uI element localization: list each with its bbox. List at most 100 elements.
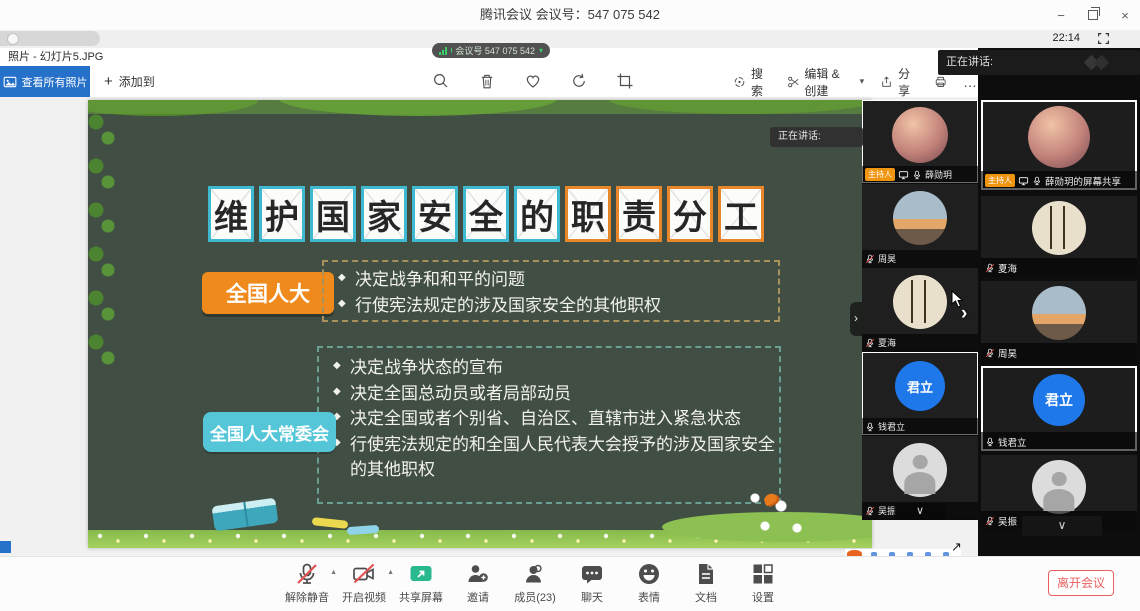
plus-icon: + — [104, 73, 113, 90]
image-icon — [3, 75, 17, 89]
docs-button[interactable]: 文档 — [679, 561, 733, 605]
floating-widget[interactable] — [0, 31, 100, 46]
zoom-icon[interactable] — [432, 72, 450, 90]
participant-name: 周昊 — [998, 346, 1017, 360]
meeting-number-pill[interactable]: 会议号 547 075 542 ▾ — [432, 43, 550, 58]
caret-up-icon[interactable]: ▲ — [330, 569, 337, 576]
participant-tile[interactable]: 主持人 薛勋玥 — [862, 100, 978, 184]
participant-name: 薛勋玥的屏幕共享 — [1045, 174, 1121, 188]
collapse-strip-button[interactable]: ∨ — [894, 503, 946, 520]
npcsc-label: 全国人大常委会 — [203, 412, 336, 452]
crop-icon[interactable] — [616, 72, 634, 90]
dropdown-icon: ▾ — [860, 76, 865, 87]
start-video-button[interactable]: ▲ 开启视频 — [337, 561, 391, 605]
bullet-item: 决定战争和和平的问题 — [336, 267, 778, 293]
caret-up-icon[interactable]: ▲ — [387, 569, 394, 576]
edit-create-button[interactable]: 编辑 & 创建 ▾ — [787, 65, 865, 99]
window-title: 腾讯会议 会议号：547 075 542 — [0, 0, 1140, 30]
avatar — [893, 191, 947, 245]
avatar — [1028, 106, 1090, 168]
chat-button[interactable]: 聊天 — [565, 561, 619, 605]
title-char-tile: 的 — [514, 186, 560, 242]
share-button[interactable]: 分享 — [880, 65, 918, 99]
participant-namebar: 主持人 薛勋玥的屏幕共享 — [981, 171, 1137, 190]
title-char-tile: 安 — [412, 186, 458, 242]
rotate-icon[interactable] — [570, 72, 588, 90]
add-to-label: 添加到 — [119, 73, 155, 90]
printer-icon[interactable] — [934, 74, 947, 90]
share-icon — [880, 74, 893, 90]
participant-tile[interactable]: 夏海 — [981, 196, 1137, 277]
collapse-strip-button[interactable]: ∨ — [1022, 516, 1102, 536]
photos-center-tools — [432, 72, 634, 90]
participant-tile[interactable]: 周昊 — [862, 184, 978, 268]
participant-namebar: 夏海 — [981, 258, 1137, 277]
person-add-icon — [466, 562, 490, 586]
participant-namebar: 周昊 — [862, 250, 978, 267]
panel-collapse-tab[interactable]: › — [850, 302, 862, 336]
share-screen-button[interactable]: 共享屏幕 — [394, 561, 448, 605]
participant-tile[interactable]: 君立 钱君立 — [862, 352, 978, 436]
bullet-item: 行使宪法规定的涉及国家安全的其他职权 — [336, 293, 778, 319]
speaking-tooltip: 正在讲话: — [770, 127, 863, 147]
meeting-number: 会议号 547 075 542 — [455, 44, 535, 57]
mic-icon — [912, 170, 922, 180]
share-label: 分享 — [898, 65, 918, 99]
avatar — [1032, 201, 1086, 255]
fullscreen-icon[interactable] — [1097, 32, 1110, 45]
resize-arrow-icon: ↗ — [951, 539, 962, 555]
npc-label: 全国人大 — [202, 272, 334, 314]
avatar: 君立 — [895, 361, 945, 411]
participant-tile[interactable]: 君立 钱君立 — [981, 366, 1137, 451]
unmute-button[interactable]: ▲ 解除静音 — [280, 561, 334, 605]
search-label: 搜索 — [751, 65, 771, 99]
invite-button[interactable]: 邀请 — [451, 561, 505, 605]
bullet-item: 决定全国总动员或者局部动员 — [331, 381, 779, 407]
participant-name: 钱君立 — [878, 420, 905, 433]
title-char-tile: 维 — [208, 186, 254, 242]
daisies-decoration — [743, 486, 813, 540]
participant-name: 夏海 — [998, 261, 1017, 275]
mouse-cursor — [951, 290, 964, 308]
slide-image: 维 护 国 家 安 全 的 职 责 分 工 全国人大 决定战争和和平的问题 行使… — [88, 100, 872, 548]
title-char-tile: 工 — [718, 186, 764, 242]
restore-icon[interactable] — [1086, 8, 1100, 23]
host-badge: 主持人 — [985, 174, 1015, 187]
search-button[interactable]: 搜索 — [733, 65, 771, 99]
participant-namebar: 钱君立 — [981, 432, 1137, 451]
bullet-item: 行使宪法规定的和全国人民代表大会授予的涉及国家安全的其他职权 — [331, 432, 779, 483]
emoji-button[interactable]: 表情 — [622, 561, 676, 605]
ivy-decoration — [88, 110, 118, 370]
minimize-icon[interactable]: − — [1054, 8, 1068, 23]
leave-meeting-button[interactable]: 离开会议 — [1048, 570, 1114, 596]
add-to-button[interactable]: + 添加到 — [104, 66, 155, 97]
window-titlebar: 腾讯会议 会议号：547 075 542 − × — [0, 0, 1140, 31]
bullet-item: 决定全国或者个别省、自治区、直辖市进入紧急状态 — [331, 406, 779, 432]
chalk-decoration — [312, 517, 349, 529]
settings-button[interactable]: 设置 — [736, 561, 790, 605]
heart-icon[interactable] — [524, 72, 542, 90]
screen: 腾讯会议 会议号：547 075 542 − × 22:14 照片 - 幻灯片5… — [0, 0, 1140, 611]
screen-share-icon — [1018, 176, 1029, 186]
members-button[interactable]: 成员(23) — [508, 561, 562, 605]
photos-title: 照片 - 幻灯片5.JPG — [8, 48, 103, 66]
clock: 22:14 — [1052, 32, 1080, 44]
title-char-tile: 家 — [361, 186, 407, 242]
avatar — [893, 443, 947, 497]
participant-tile[interactable]: 主持人 薛勋玥的屏幕共享 — [981, 100, 1137, 190]
avatar — [1032, 460, 1086, 514]
mic-muted-icon — [865, 506, 875, 516]
title-char-tile: 职 — [565, 186, 611, 242]
eraser-decoration — [212, 498, 279, 532]
slide-title: 维 护 国 家 安 全 的 职 责 分 工 — [208, 186, 764, 242]
participant-tile[interactable]: 周昊 — [981, 281, 1137, 362]
close-icon[interactable]: × — [1118, 8, 1132, 23]
more-icon[interactable]: … — [963, 74, 978, 90]
mic-muted-icon — [985, 516, 995, 526]
view-all-photos-button[interactable]: 查看所有照片 — [0, 66, 90, 97]
avatar — [1032, 286, 1086, 340]
participant-name: 吴振 — [998, 514, 1017, 528]
pill-dropdown-icon[interactable]: ▾ — [539, 46, 543, 55]
trash-icon[interactable] — [478, 72, 496, 90]
participant-name: 夏海 — [878, 336, 896, 349]
